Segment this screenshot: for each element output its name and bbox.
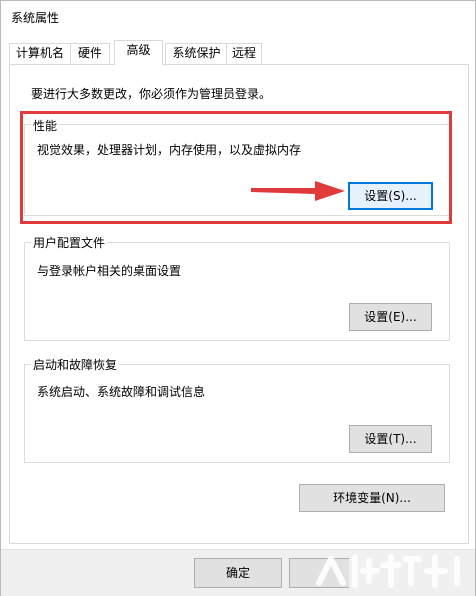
tab-advanced[interactable]: 高级 — [114, 40, 163, 65]
watermark-icon — [316, 554, 460, 588]
system-properties-window: 系统属性 计算机名 硬件 高级 系统保护 远程 要进行大多数更改，你必须作为管理… — [0, 0, 476, 596]
user-profiles-description: 与登录帐户相关的桌面设置 — [37, 264, 182, 278]
title-bar[interactable]: 系统属性 — [1, 1, 475, 35]
tab-remote[interactable]: 远程 — [226, 43, 262, 64]
arrow-shape — [251, 181, 345, 201]
ok-button[interactable]: 确定 — [194, 558, 282, 588]
user-profiles-group-title: 用户配置文件 — [31, 234, 108, 251]
tab-hardware[interactable]: 硬件 — [70, 43, 110, 64]
performance-settings-button[interactable]: 设置(S)... — [348, 182, 433, 210]
admin-notice: 要进行大多数更改，你必须作为管理员登录。 — [31, 87, 272, 101]
window-title: 系统属性 — [11, 11, 60, 25]
performance-description: 视觉效果，处理器计划，内存使用，以及虚拟内存 — [37, 143, 302, 157]
performance-group-title: 性能 — [31, 117, 60, 134]
tab-computer-name[interactable]: 计算机名 — [9, 43, 71, 64]
startup-recovery-description: 系统启动、系统故障和调试信息 — [37, 385, 206, 399]
startup-recovery-group-title: 启动和故障恢复 — [31, 356, 120, 373]
user-profiles-settings-button[interactable]: 设置(E)... — [349, 303, 432, 331]
environment-variables-button[interactable]: 环境变量(N)... — [299, 484, 445, 512]
tab-system-protection[interactable]: 系统保护 — [165, 43, 228, 64]
startup-recovery-settings-button[interactable]: 设置(T)... — [349, 425, 432, 453]
red-arrow-icon — [251, 181, 345, 201]
